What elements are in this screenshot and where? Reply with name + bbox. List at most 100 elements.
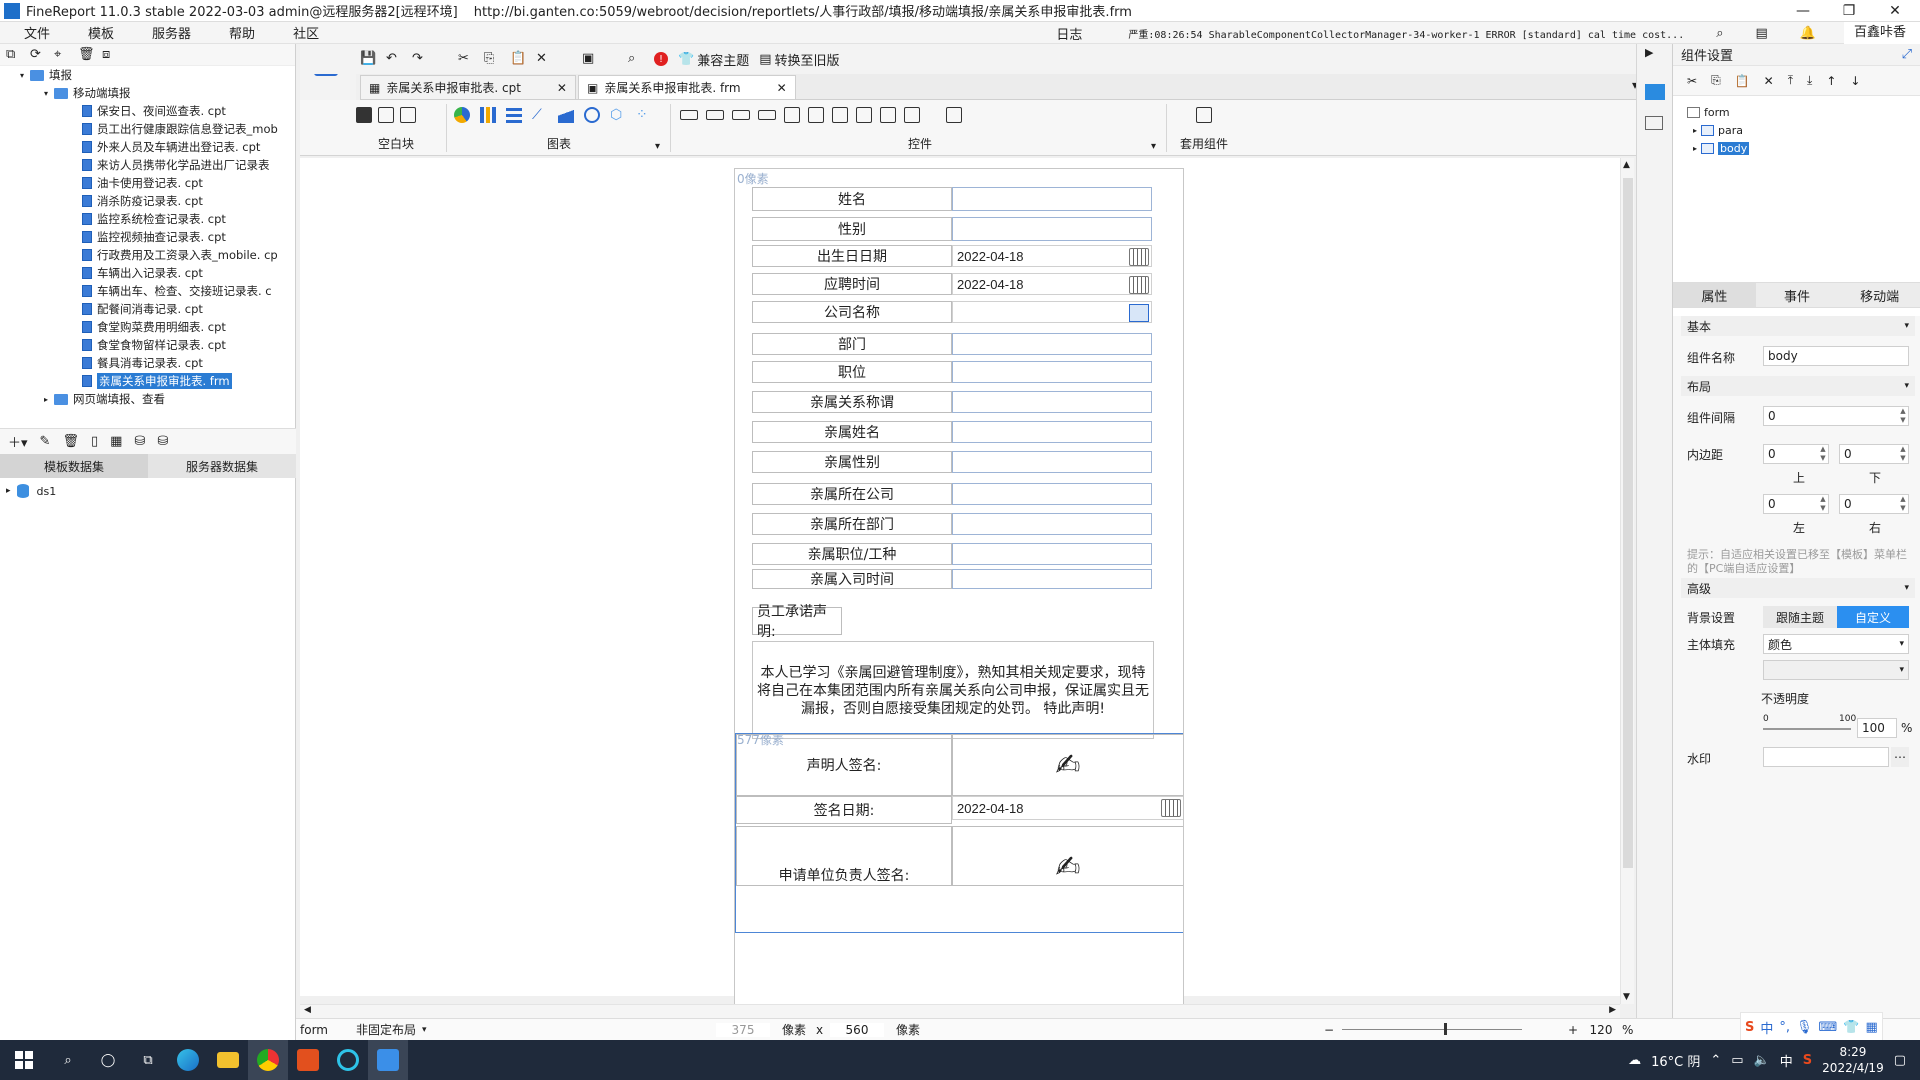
line-chart-icon[interactable]: ⟋ (532, 107, 548, 123)
tab-cpt[interactable]: ▦ 亲属关系申报审批表. cpt ✕ (360, 75, 576, 99)
form-body[interactable]: 0像素 姓名 性别 出生日日期 2022-04-18 应聘时间 2022-04-18 公司名… (734, 168, 1184, 1018)
date-input[interactable]: 2022-04-18 (952, 273, 1152, 295)
delete-icon[interactable]: 🗑 (78, 47, 95, 63)
apps-icon[interactable]: ▦ (1866, 1020, 1878, 1035)
chevron-down-icon[interactable]: ▾ (1151, 141, 1156, 152)
padding-bottom-input[interactable]: 0 ▲ ▼ (1839, 444, 1909, 464)
zoom-value[interactable]: 120 (1586, 1023, 1616, 1037)
spinner-icon[interactable]: ▲ ▼ (1898, 495, 1908, 513)
add-dataset-icon[interactable]: ＋▾ (8, 432, 28, 451)
notification-icon[interactable]: ▢ (1894, 1053, 1906, 1068)
tab-template-dataset[interactable]: 模板数据集 (0, 454, 148, 478)
tab-events[interactable]: 事件 (1756, 283, 1839, 307)
dataset-item[interactable]: ▸ ds1 (6, 484, 56, 498)
delete-icon[interactable]: ✕ (1764, 74, 1774, 88)
expand-icon[interactable]: ▾ (20, 71, 24, 80)
tab-frm[interactable]: ▣ 亲属关系申报审批表. frm ✕ (577, 75, 796, 99)
textarea-icon[interactable] (856, 107, 872, 123)
component-gap-input[interactable]: 0 ▲ ▼ (1763, 406, 1909, 426)
expand-icon[interactable]: ▸ (44, 395, 48, 404)
expand-icon[interactable]: ▸ (6, 486, 11, 496)
tree-folder-web[interactable]: ▸ 网页端填报、查看 (44, 390, 165, 408)
scroll-down-icon[interactable]: ▼ (1623, 992, 1630, 1002)
width-input[interactable]: 375 (716, 1022, 770, 1037)
spinner-icon[interactable]: ▲ ▼ (1898, 445, 1908, 463)
collapse-icon[interactable]: ⧈ (102, 47, 118, 63)
follow-theme-button[interactable]: 跟随主题 (1763, 606, 1837, 628)
preview-template-icon[interactable]: ▣ (582, 51, 598, 67)
textbox-icon[interactable] (680, 110, 698, 120)
custom-background-button[interactable]: 自定义 (1837, 606, 1909, 628)
close-button[interactable]: ✕ (1872, 0, 1918, 22)
padding-top-input[interactable]: 0 ▲ ▼ (1763, 444, 1829, 464)
new-folder-icon[interactable]: ⧉ (6, 47, 22, 63)
tree-file-item[interactable]: 监控视频抽查记录表. cpt (82, 228, 226, 246)
database-icon[interactable]: ⛁ (134, 434, 145, 449)
tree-file-item[interactable]: 食堂食物留样记录表. cpt (82, 336, 226, 354)
clear-icon[interactable]: ✕ (536, 51, 552, 67)
tree-file-item[interactable]: 车辆出车、检查、交接班记录表. c (82, 282, 272, 300)
log-label[interactable]: 日志 (1046, 24, 1096, 43)
component-settings-icon[interactable] (1645, 84, 1665, 100)
task-view-icon[interactable]: ⧉ (128, 1040, 168, 1080)
tree-file-item[interactable]: 外来人员及车辆进出登记表. cpt (82, 138, 260, 156)
tree-file-item[interactable]: 亲属关系申报审批表. frm (82, 372, 232, 390)
vertical-scrollbar[interactable]: ▲ ▼ (1620, 158, 1634, 1004)
text-input[interactable] (952, 451, 1152, 473)
punct-icon[interactable]: °, (1779, 1020, 1790, 1035)
password-icon[interactable] (732, 110, 750, 120)
move-up-icon[interactable]: ↑ (1826, 74, 1836, 88)
theme-button[interactable]: 👕 兼容主题 (678, 50, 749, 69)
design-canvas[interactable]: 0像素 姓名 性别 出生日日期 2022-04-18 应聘时间 2022-04-18 公司名… (300, 158, 1620, 1018)
undo-icon[interactable]: ↶ (386, 51, 402, 67)
redo-icon[interactable]: ↷ (412, 51, 428, 67)
paste-icon[interactable]: 📋 (510, 51, 526, 67)
scroll-left-icon[interactable]: ◀ (304, 1005, 311, 1015)
tree-file-item[interactable]: 配餐间消毒记录. cpt (82, 300, 203, 318)
copy-icon[interactable]: ⎘ (484, 51, 500, 67)
tab-mobile[interactable]: 移动端 (1838, 283, 1920, 307)
tree-node-form[interactable]: form (1687, 106, 1730, 119)
tab-server-dataset[interactable]: 服务器数据集 (148, 454, 296, 478)
dataset-icon[interactable]: ▦ (110, 434, 122, 449)
ime-chinese-icon[interactable]: 中 (1760, 1018, 1773, 1037)
gauge-chart-icon[interactable] (584, 107, 600, 123)
microphone-icon[interactable]: 🎙 (1796, 1020, 1813, 1035)
text-input[interactable] (952, 421, 1152, 443)
text-input[interactable] (952, 361, 1152, 383)
user-name[interactable]: 百鑫咔香 (1843, 22, 1920, 44)
tree-file-item[interactable]: 员工出行健康跟踪信息登记表_mob (82, 120, 278, 138)
server-dataset-icon[interactable]: ⛁ (157, 434, 168, 449)
zoom-out-icon[interactable]: − (1324, 1023, 1334, 1037)
finebi-icon[interactable] (328, 1040, 368, 1080)
checkbox-group-icon[interactable] (880, 107, 896, 123)
move-down-icon[interactable]: ↓ (1850, 74, 1860, 88)
scroll-up-icon[interactable]: ▲ (1623, 160, 1630, 170)
opacity-input[interactable]: 100 (1857, 718, 1897, 738)
windows-start-icon[interactable] (0, 1040, 48, 1080)
menu-community[interactable]: 社区 (283, 23, 333, 42)
text-input[interactable] (952, 333, 1152, 355)
tree-node-body[interactable]: ▸ body (1693, 142, 1750, 155)
horizontal-scrollbar[interactable]: ◀ ▶ (300, 1004, 1620, 1018)
sogou-icon[interactable]: S (1745, 1020, 1754, 1035)
calendar-icon[interactable] (808, 107, 824, 123)
minimize-button[interactable]: — (1780, 0, 1826, 22)
close-tab-icon[interactable]: ✕ (777, 81, 787, 95)
fill-type-select[interactable]: 颜色 ▾ (1763, 634, 1909, 654)
scroll-right-icon[interactable]: ▶ (1609, 1005, 1616, 1015)
spinner-icon[interactable]: ▲ ▼ (1818, 495, 1828, 513)
cut-icon[interactable]: ✂ (458, 51, 474, 67)
tree-folder-root[interactable]: ▾ 填报 (20, 66, 72, 84)
cortana-icon[interactable]: ◯ (88, 1040, 128, 1080)
opacity-slider[interactable] (1763, 728, 1851, 730)
tree-file-item[interactable]: 监控系统检查记录表. cpt (82, 210, 226, 228)
keyboard-icon[interactable]: ⌨ (1819, 1020, 1838, 1035)
list-icon[interactable] (832, 107, 848, 123)
refresh-icon[interactable]: ⟳ (30, 47, 46, 63)
search-control-icon[interactable] (946, 107, 962, 123)
absolute-block-icon[interactable] (356, 107, 372, 123)
text-input[interactable] (952, 391, 1152, 413)
radio-group-icon[interactable] (904, 107, 920, 123)
search-icon[interactable]: ⌕ (48, 1040, 88, 1080)
